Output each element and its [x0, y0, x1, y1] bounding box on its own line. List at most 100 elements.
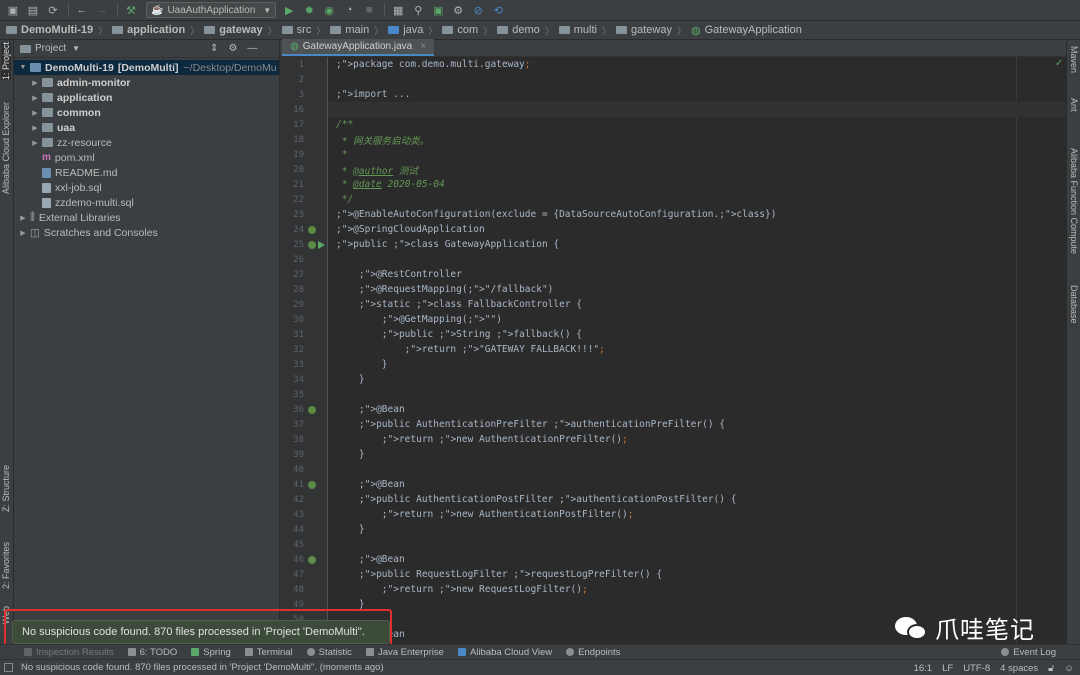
- tool-project-tab[interactable]: 1: Project: [1, 42, 11, 81]
- breadcrumb-item-main[interactable]: main: [330, 24, 369, 36]
- tool-java-enterprise[interactable]: Java Enterprise: [365, 647, 444, 658]
- tool-alibaba-explorer-tab[interactable]: Alibaba Cloud Explorer: [1, 102, 11, 194]
- forward-icon[interactable]: →: [93, 1, 111, 19]
- status-message[interactable]: No suspicious code found. 870 files proc…: [21, 662, 384, 673]
- expand-arrow-icon[interactable]: ▶: [30, 79, 40, 87]
- code-area[interactable]: 1 ;">package com.demo.multi.gateway; 2 3 ;">…: [293, 57, 1066, 644]
- tree-item-pom[interactable]: m pom.xml: [14, 150, 279, 165]
- breadcrumb-item-application[interactable]: application: [112, 24, 185, 36]
- breadcrumb-item-java[interactable]: java: [388, 24, 423, 36]
- code-line[interactable]: 18 * 网关服务启动类。: [293, 132, 1066, 147]
- expand-arrow-icon[interactable]: ▶: [18, 214, 28, 222]
- caret-position[interactable]: 16:1: [914, 663, 933, 674]
- hector-icon[interactable]: ☺︎: [1064, 663, 1074, 674]
- spring-bean-gutter-icon[interactable]: [308, 241, 316, 249]
- code-line[interactable]: 33 }: [293, 357, 1066, 372]
- tool-terminal[interactable]: Terminal: [244, 647, 293, 658]
- expand-arrow-icon[interactable]: ▶: [30, 94, 40, 102]
- debug-icon[interactable]: ✹: [300, 1, 318, 19]
- tool-function-compute-tab[interactable]: Alibaba Function Compute: [1069, 148, 1079, 254]
- tool-spring[interactable]: Spring: [191, 647, 231, 658]
- expand-arrow-icon[interactable]: ▶: [30, 109, 40, 117]
- expand-arrow-icon[interactable]: ▼: [18, 64, 28, 71]
- coverage-icon[interactable]: ◉: [320, 1, 338, 19]
- tree-item-scratches[interactable]: ▶ ◫ Scratches and Consoles: [14, 225, 279, 240]
- settings-icon[interactable]: ⚙: [449, 1, 467, 19]
- lock-icon[interactable]: 🔓︎: [1048, 663, 1054, 674]
- breadcrumb-item-gateway[interactable]: gateway: [204, 24, 263, 36]
- code-line[interactable]: 1 ;">package com.demo.multi.gateway;: [299, 57, 1066, 72]
- breadcrumb-item-class[interactable]: ◍ GatewayApplication: [691, 24, 802, 37]
- breadcrumb-item-demo[interactable]: demo: [497, 24, 540, 36]
- status-toggle-icon[interactable]: [4, 663, 13, 672]
- sync-gradle-icon[interactable]: ⟲: [489, 1, 507, 19]
- tool-favorites-tab[interactable]: 2: Favorites: [1, 542, 11, 589]
- code-line[interactable]: 46 ;">@Bean: [293, 552, 1066, 567]
- tool-database-tab[interactable]: Database: [1069, 285, 1079, 324]
- code-line[interactable]: 45: [293, 537, 1066, 552]
- tool-event-log[interactable]: Event Log: [1001, 647, 1056, 658]
- code-line[interactable]: 28 ;">@RequestMapping(;">"/fallback"): [293, 282, 1066, 297]
- tree-item-common[interactable]: ▶ common: [14, 105, 279, 120]
- tree-item-zz-resource[interactable]: ▶ zz-resource: [14, 135, 279, 150]
- tool-todo[interactable]: 6: TODO: [127, 647, 177, 658]
- tree-item-xxl-job[interactable]: xxl-job.sql: [14, 180, 279, 195]
- file-encoding[interactable]: UTF-8: [963, 663, 990, 674]
- structure-icon[interactable]: ▦: [389, 1, 407, 19]
- run-icon[interactable]: ▶: [280, 1, 298, 19]
- collapse-all-icon[interactable]: ⇕: [210, 43, 218, 54]
- breadcrumb-item-com[interactable]: com: [442, 24, 478, 36]
- code-line[interactable]: 44 }: [293, 522, 1066, 537]
- code-line[interactable]: 3 ;">import ...: [299, 87, 1066, 102]
- tree-item-root[interactable]: ▼ DemoMulti-19 [DemoMulti] ~/Desktop/Dem…: [14, 60, 279, 75]
- inspection-ok-icon[interactable]: ✓: [1055, 58, 1063, 69]
- expand-arrow-icon[interactable]: ▶: [18, 229, 28, 237]
- code-line[interactable]: 42 ;">public AuthenticationPostFilter ;"…: [293, 492, 1066, 507]
- code-line[interactable]: 25 ;">public ;">class GatewayApplication …: [293, 237, 1066, 252]
- code-line[interactable]: 23 ;">@EnableAutoConfiguration(exclude = …: [293, 207, 1066, 222]
- tab-gateway-application[interactable]: ◍ GatewayApplication.java ×: [282, 39, 435, 56]
- project-view-label[interactable]: Project: [35, 43, 66, 54]
- code-line[interactable]: 34 }: [293, 372, 1066, 387]
- tool-alibaba-cloud-view[interactable]: Alibaba Cloud View: [457, 647, 552, 658]
- sync-icon[interactable]: ⟳: [44, 1, 62, 19]
- breadcrumb-item-project[interactable]: DemoMulti-19: [6, 24, 93, 36]
- tool-structure-tab[interactable]: Z: Structure: [1, 465, 11, 512]
- spring-bean-gutter-icon[interactable]: [308, 481, 316, 489]
- expand-arrow-icon[interactable]: ▶: [30, 124, 40, 132]
- breadcrumb-item-multi[interactable]: multi: [558, 24, 597, 36]
- build-icon[interactable]: ⚒: [122, 1, 140, 19]
- tree-item-readme[interactable]: README.md: [14, 165, 279, 180]
- tool-endpoints[interactable]: Endpoints: [566, 647, 620, 658]
- run-gutter-icon[interactable]: [318, 241, 325, 249]
- code-line[interactable]: 39 }: [293, 447, 1066, 462]
- code-line[interactable]: 16: [293, 102, 1066, 117]
- code-line[interactable]: 17 /**: [293, 117, 1066, 132]
- code-line[interactable]: 30 ;">@GetMapping(;">""): [293, 312, 1066, 327]
- code-line[interactable]: 26: [293, 252, 1066, 267]
- spring-bean-gutter-icon[interactable]: [308, 406, 316, 414]
- code-line[interactable]: 27 ;">@RestController: [293, 267, 1066, 282]
- tree-item-admin-monitor[interactable]: ▶ admin-monitor: [14, 75, 279, 90]
- indent-setting[interactable]: 4 spaces: [1000, 663, 1038, 674]
- code-line[interactable]: 21 * @date 2020-05-04: [293, 177, 1066, 192]
- breadcrumb-item-gateway-pkg[interactable]: gateway: [616, 24, 672, 36]
- tree-item-external-libraries[interactable]: ▶ ⫼ External Libraries: [14, 210, 279, 225]
- run-config-select[interactable]: ☕ UaaAuthApplication ▼: [146, 2, 277, 18]
- terminal-icon[interactable]: ▣: [429, 1, 447, 19]
- no-entry-icon[interactable]: ⊘: [469, 1, 487, 19]
- tree-item-uaa[interactable]: ▶ uaa: [14, 120, 279, 135]
- tool-ant-tab[interactable]: Ant: [1069, 98, 1079, 112]
- expand-arrow-icon[interactable]: ▶: [30, 139, 40, 147]
- code-line[interactable]: 24 ;">@SpringCloudApplication: [293, 222, 1066, 237]
- tool-statistic[interactable]: Statistic: [306, 647, 352, 658]
- search-icon[interactable]: ⚲: [409, 1, 427, 19]
- code-line[interactable]: 31 ;">public ;">String ;">fallback() {: [293, 327, 1066, 342]
- code-line[interactable]: 35: [293, 387, 1066, 402]
- tool-inspection-results[interactable]: Inspection Results: [24, 647, 114, 658]
- code-line[interactable]: 41 ;">@Bean: [293, 477, 1066, 492]
- tree-item-application[interactable]: ▶ application: [14, 90, 279, 105]
- spring-bean-gutter-icon[interactable]: [308, 226, 316, 234]
- code-line[interactable]: 22 */: [293, 192, 1066, 207]
- code-line[interactable]: 40: [293, 462, 1066, 477]
